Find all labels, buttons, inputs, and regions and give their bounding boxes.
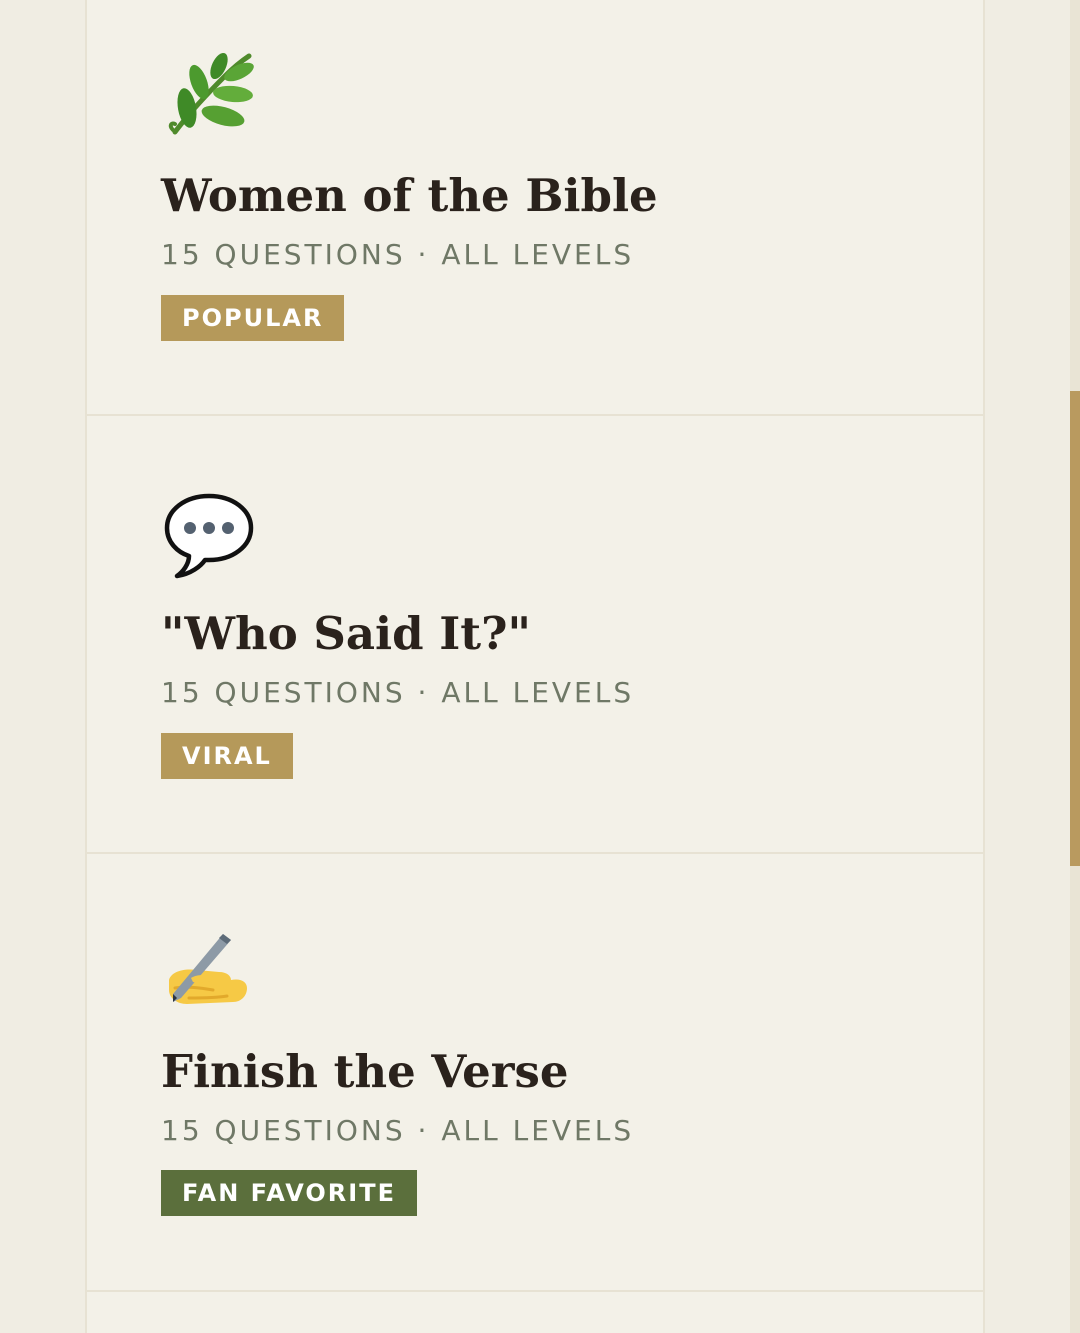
quiz-title: Women of the Bible (161, 169, 658, 222)
quiz-list: Women of the Bible 15 QUESTIONS · ALL LE… (85, 0, 985, 1333)
quiz-meta: 15 QUESTIONS · ALL LEVELS (161, 238, 635, 271)
quiz-page: Women of the Bible 15 QUESTIONS · ALL LE… (0, 0, 1080, 1333)
scrollbar-track[interactable] (1070, 0, 1080, 1333)
quiz-card-finish-the-verse[interactable]: Finish the Verse 15 QUESTIONS · ALL LEVE… (87, 854, 983, 1292)
popular-badge: POPULAR (161, 295, 345, 341)
fan-favorite-badge: FAN FAVORITE (161, 1170, 417, 1216)
speech-balloon-icon (161, 490, 257, 586)
writing-hand-icon (161, 928, 257, 1024)
quiz-meta: 15 QUESTIONS · ALL LEVELS (161, 676, 635, 709)
quiz-card-who-said-it[interactable]: "Who Said It?" 15 QUESTIONS · ALL LEVELS… (87, 416, 983, 854)
quiz-meta: 15 QUESTIONS · ALL LEVELS (161, 1114, 635, 1147)
scrollbar-thumb[interactable] (1070, 391, 1080, 866)
quiz-title: Finish the Verse (161, 1045, 569, 1098)
quiz-card-next[interactable] (87, 1292, 983, 1333)
quiz-title: "Who Said It?" (161, 607, 531, 660)
herb-icon (161, 46, 257, 142)
quiz-card-women-of-the-bible[interactable]: Women of the Bible 15 QUESTIONS · ALL LE… (87, 0, 983, 416)
viral-badge: VIRAL (161, 733, 293, 779)
